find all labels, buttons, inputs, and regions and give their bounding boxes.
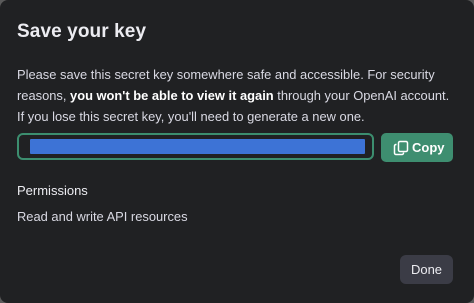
copy-button[interactable]: Copy xyxy=(381,133,453,162)
dialog-title: Save your key xyxy=(17,21,147,42)
save-key-dialog: Save your key Please save this secret ke… xyxy=(0,0,474,303)
copy-icon xyxy=(393,140,409,156)
permissions-value: Read and write API resources xyxy=(17,209,188,224)
copy-button-label: Copy xyxy=(412,140,445,155)
done-button[interactable]: Done xyxy=(400,255,453,284)
permissions-heading: Permissions xyxy=(17,183,88,198)
message-text-bold: you won't be able to view it again xyxy=(70,88,274,103)
dialog-message: Please save this secret key somewhere sa… xyxy=(17,64,457,127)
secret-key-field[interactable] xyxy=(17,133,374,160)
secret-key-selection xyxy=(30,139,365,154)
